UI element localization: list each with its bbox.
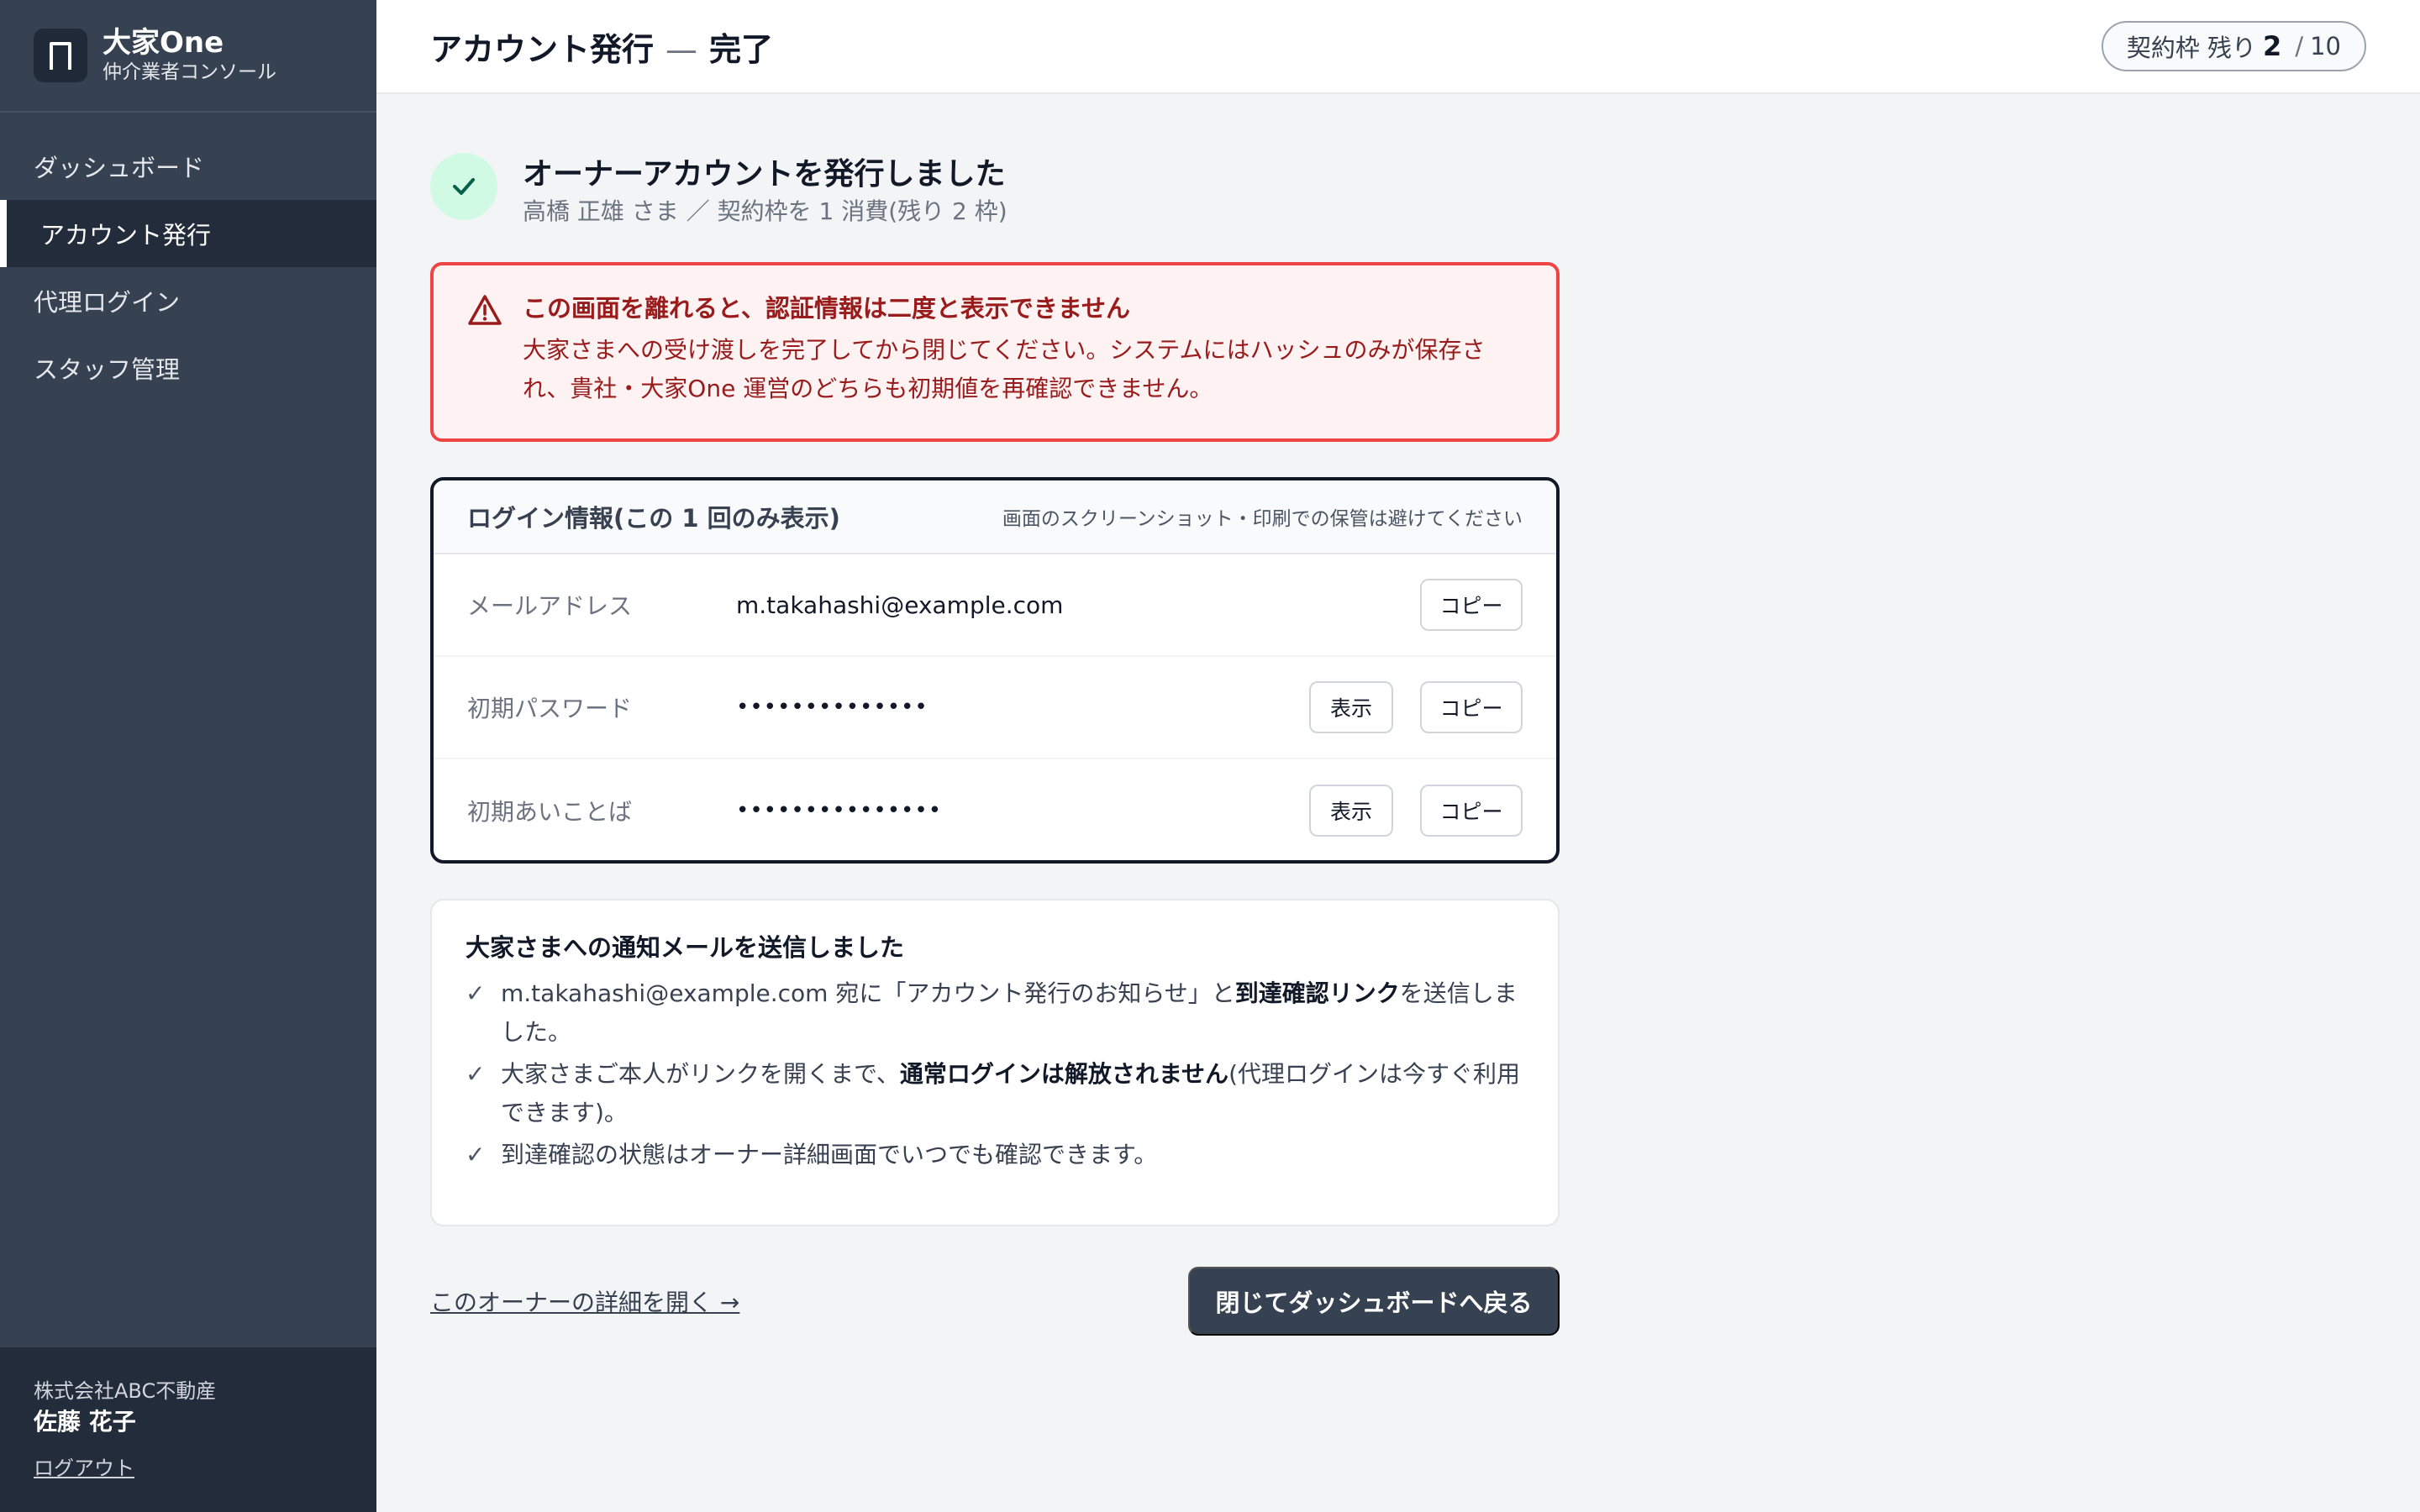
list-item: ✓ 大家さまご本人がリンクを開くまで、通常ログインは解放されません(代理ログイン… bbox=[466, 1055, 1524, 1132]
credential-label: メールアドレス bbox=[467, 592, 633, 620]
password-value: •••••••••••••• bbox=[736, 695, 929, 720]
alert-title: この画面を離れると、認証情報は二度と表示できません bbox=[523, 294, 1130, 323]
page-title-separator: — bbox=[666, 30, 698, 68]
notice-text: 到達確認の状態はオーナー詳細画面でいつでも確認できます。 bbox=[501, 1141, 1158, 1168]
login-info-card: ログイン情報(この 1 回のみ表示) 画面のスクリーンショット・印刷での保管は避… bbox=[430, 477, 1560, 864]
page-title: アカウント発行 — 完了 bbox=[430, 24, 773, 70]
check-mark-icon: ✓ bbox=[466, 1060, 486, 1088]
warning-icon bbox=[467, 294, 502, 413]
sidebar-item-label: ダッシュボード bbox=[34, 154, 205, 182]
page-title-main: アカウント発行 bbox=[430, 30, 655, 68]
login-info-header: ログイン情報(この 1 回のみ表示) 画面のスクリーンショット・印刷での保管は避… bbox=[434, 480, 1556, 554]
page-title-suffix: 完了 bbox=[709, 30, 774, 68]
sidebar-item-staff[interactable]: スタッフ管理 bbox=[0, 334, 376, 402]
sidebar-item-proxy-login[interactable]: 代理ログイン bbox=[0, 267, 376, 334]
brand-logo-icon bbox=[34, 29, 87, 82]
show-password-button[interactable]: 表示 bbox=[1309, 681, 1393, 733]
check-mark-icon: ✓ bbox=[466, 979, 486, 1007]
sidebar-item-account-issue[interactable]: アカウント発行 bbox=[0, 200, 376, 267]
sidebar-item-label: 代理ログイン bbox=[34, 288, 181, 317]
user-block: 株式会社ABC不動産 佐藤 花子 ログアウト bbox=[0, 1347, 376, 1512]
quota-label: 契約枠 残り bbox=[2126, 34, 2257, 62]
copy-email-button[interactable]: コピー bbox=[1420, 579, 1523, 631]
owner-detail-link[interactable]: このオーナーの詳細を開く → bbox=[430, 1284, 739, 1318]
notice-text: 大家さまご本人がリンクを開くまで、 bbox=[501, 1060, 900, 1088]
sidebar: 大家One 仲介業者コンソール ダッシュボード アカウント発行 代理ログイン ス… bbox=[0, 0, 376, 1512]
sidebar-item-dashboard[interactable]: ダッシュボード bbox=[0, 133, 376, 200]
sidebar-item-label: アカウント発行 bbox=[40, 221, 212, 249]
brand-subtitle: 仲介業者コンソール bbox=[103, 61, 276, 83]
list-item: ✓ m.takahashi@example.com 宛に「アカウント発行のお知ら… bbox=[466, 974, 1524, 1052]
notification-card: 大家さまへの通知メールを送信しました ✓ m.takahashi@example… bbox=[430, 899, 1560, 1226]
brand: 大家One 仲介業者コンソール bbox=[0, 0, 376, 113]
close-to-dashboard-button[interactable]: 閉じてダッシュボードへ戻る bbox=[1188, 1267, 1560, 1336]
show-passphrase-button[interactable]: 表示 bbox=[1309, 785, 1393, 837]
email-value: m.takahashi@example.com bbox=[736, 591, 1064, 619]
logout-link[interactable]: ログアウト bbox=[34, 1452, 134, 1481]
credential-label: 初期パスワード bbox=[467, 695, 633, 722]
success-banner: オーナーアカウントを発行しました 高橋 正雄 さま ／ 契約枠を 1 消費(残り… bbox=[430, 153, 1560, 228]
credential-row-password: 初期パスワード •••••••••••••• 表示 コピー bbox=[434, 657, 1556, 759]
quota-slash: / bbox=[2295, 32, 2304, 60]
notice-text: m.takahashi@example.com 宛に「アカウント発行のお知らせ」… bbox=[501, 979, 1235, 1007]
warning-alert: この画面を離れると、認証情報は二度と表示できません 大家さまへの受け渡しを完了し… bbox=[430, 262, 1560, 442]
check-icon bbox=[430, 153, 497, 220]
notification-title: 大家さまへの通知メールを送信しました bbox=[466, 933, 905, 962]
notice-bold: 到達確認リンク bbox=[1234, 979, 1400, 1007]
copy-password-button[interactable]: コピー bbox=[1420, 681, 1523, 733]
credential-row-passphrase: 初期あいことば ••••••••••••••• 表示 コピー bbox=[434, 759, 1556, 860]
brand-name: 大家One bbox=[103, 26, 224, 60]
list-item: ✓ 到達確認の状態はオーナー詳細画面でいつでも確認できます。 bbox=[466, 1136, 1524, 1174]
credential-label: 初期あいことば bbox=[467, 798, 633, 826]
actions-bar: このオーナーの詳細を開く → 閉じてダッシュボードへ戻る bbox=[430, 1267, 1560, 1336]
quota-total: 10 bbox=[2310, 32, 2341, 60]
quota-badge: 契約枠 残り 2 / 10 bbox=[2101, 21, 2366, 71]
passphrase-value: ••••••••••••••• bbox=[736, 798, 943, 823]
login-info-note: 画面のスクリーンショット・印刷での保管は避けてください bbox=[1002, 508, 1523, 530]
notice-bold: 通常ログインは解放されません bbox=[899, 1060, 1229, 1088]
sidebar-nav: ダッシュボード アカウント発行 代理ログイン スタッフ管理 bbox=[0, 113, 376, 402]
quota-remaining: 2 bbox=[2263, 30, 2282, 62]
sidebar-item-label: スタッフ管理 bbox=[34, 355, 181, 384]
main-content: オーナーアカウントを発行しました 高橋 正雄 さま ／ 契約枠を 1 消費(残り… bbox=[430, 94, 1560, 1336]
credential-row-email: メールアドレス m.takahashi@example.com コピー bbox=[434, 554, 1556, 657]
company-name: 株式会社ABC不動産 bbox=[34, 1379, 217, 1403]
success-title: オーナーアカウントを発行しました bbox=[523, 157, 1006, 192]
check-mark-icon: ✓ bbox=[466, 1141, 486, 1168]
login-info-title: ログイン情報(この 1 回のみ表示) bbox=[467, 504, 840, 533]
copy-passphrase-button[interactable]: コピー bbox=[1420, 785, 1523, 837]
user-name: 佐藤 花子 bbox=[34, 1408, 136, 1436]
page-header: アカウント発行 — 完了 契約枠 残り 2 / 10 bbox=[376, 0, 2420, 94]
success-subtitle: 高橋 正雄 さま ／ 契約枠を 1 消費(残り 2 枠) bbox=[523, 197, 1007, 225]
alert-body: 大家さまへの受け渡しを完了してから閉じてください。システムにはハッシュのみが保存… bbox=[523, 336, 1486, 402]
